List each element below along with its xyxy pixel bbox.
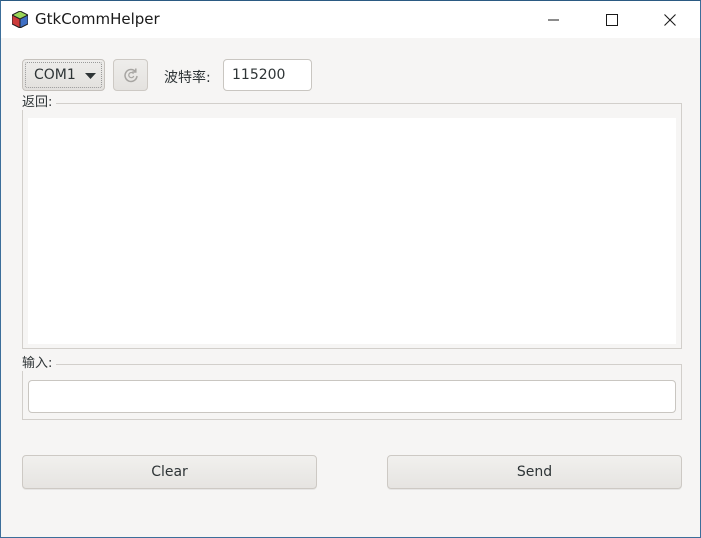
baud-rate-input[interactable]	[223, 59, 312, 91]
port-combobox[interactable]: COM1	[22, 59, 105, 91]
maximize-icon	[606, 13, 618, 26]
clear-button[interactable]: Clear	[22, 455, 317, 489]
port-selected-value: COM1	[34, 67, 76, 83]
input-frame-label: 输入:	[22, 357, 57, 371]
chevron-down-icon	[85, 73, 96, 79]
return-output-area[interactable]	[28, 118, 676, 344]
refresh-icon	[123, 68, 138, 83]
minimize-icon	[548, 19, 559, 20]
main-window: GtkCommHelper COM1 波特率: 115200 返回: 输入: C…	[0, 0, 701, 538]
baud-rate-label: 波特率:	[164, 70, 211, 86]
title-bar[interactable]: GtkCommHelper	[1, 1, 700, 38]
gtk-cube-icon	[12, 11, 28, 28]
send-text-input[interactable]	[28, 380, 676, 413]
maximize-button[interactable]	[589, 1, 635, 38]
return-frame-label: 返回:	[22, 96, 57, 110]
window-title: GtkCommHelper	[35, 10, 160, 28]
minimize-button[interactable]	[531, 1, 577, 38]
close-button[interactable]	[647, 1, 693, 38]
close-icon	[664, 13, 676, 26]
send-button[interactable]: Send	[387, 455, 682, 489]
refresh-ports-button[interactable]	[113, 59, 148, 91]
